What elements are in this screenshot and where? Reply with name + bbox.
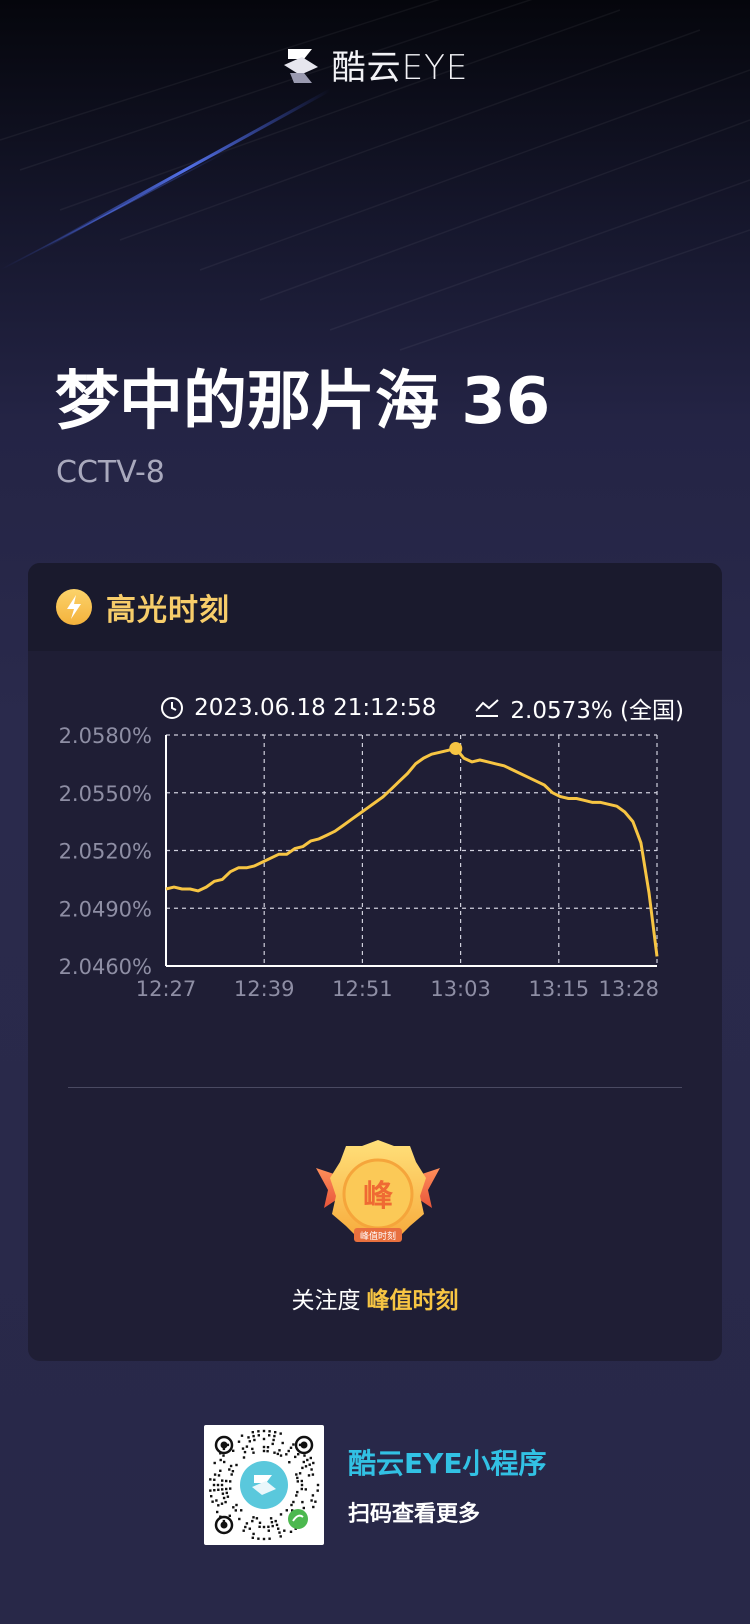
y-tick-label: 2.0580% (59, 724, 152, 748)
clock-icon (161, 697, 184, 719)
rating-line-chart: 2.0580% 2.0550% 2.0520% 2.0490% 2.0460%12:27… (59, 724, 659, 1001)
y-tick-label: 2.0550% (59, 782, 152, 806)
promo-title: 酷云EYE小程序 (348, 1447, 547, 1480)
x-tick-label: 13:15 (529, 977, 590, 1001)
logo-text: 酷云EYE (331, 48, 469, 88)
attention-level: 关注度 峰值时刻 (28, 1281, 722, 1315)
kuyun-logo-icon (283, 48, 318, 83)
lightning-icon (56, 589, 92, 625)
trend-icon (475, 699, 500, 717)
highlight-meta: 2023.06.18 21:12:58 2.0573% (全国) (160, 691, 684, 725)
highlight-timestamp: 2023.06.18 21:12:58 (194, 695, 437, 721)
y-tick-label: 2.0520% (59, 840, 152, 864)
x-tick-label: 12:51 (332, 977, 393, 1001)
x-tick-label: 13:28 (598, 977, 659, 1001)
attention-value: 峰值时刻 (366, 1288, 459, 1314)
program-title: 梦中的那片海 36 (55, 365, 551, 439)
highlight-card: 高光时刻 2023.06.18 21:12:58 2.0573% (全国) 2.… (28, 563, 722, 1361)
promo-subtitle: 扫码查看更多 (348, 1502, 481, 1527)
y-tick-label: 2.0490% (59, 897, 152, 921)
divider (68, 1087, 682, 1088)
attention-label: 关注度 (291, 1288, 361, 1314)
x-tick-label: 12:27 (136, 977, 197, 1001)
card-title: 高光时刻 (106, 593, 230, 628)
peak-medal-icon: 峰 峰值时刻 (316, 1140, 440, 1242)
y-tick-label: 2.0460% (59, 955, 152, 979)
card-header: 高光时刻 (28, 563, 722, 651)
brand-logo: 酷云EYE (0, 40, 750, 89)
medal-subtext: 峰值时刻 (360, 1230, 396, 1242)
highlight-rating: 2.0573% (全国) (510, 698, 684, 724)
channel-name: CCTV-8 (56, 455, 165, 490)
medal-text: 峰 (363, 1179, 393, 1214)
qr-code-icon[interactable] (204, 1425, 324, 1545)
mini-program-promo: 酷云EYE小程序 扫码查看更多 (204, 1425, 547, 1545)
x-tick-label: 12:39 (234, 977, 295, 1001)
peak-marker (449, 741, 463, 755)
rating-series-line (165, 747, 659, 957)
x-tick-label: 13:03 (430, 977, 491, 1001)
